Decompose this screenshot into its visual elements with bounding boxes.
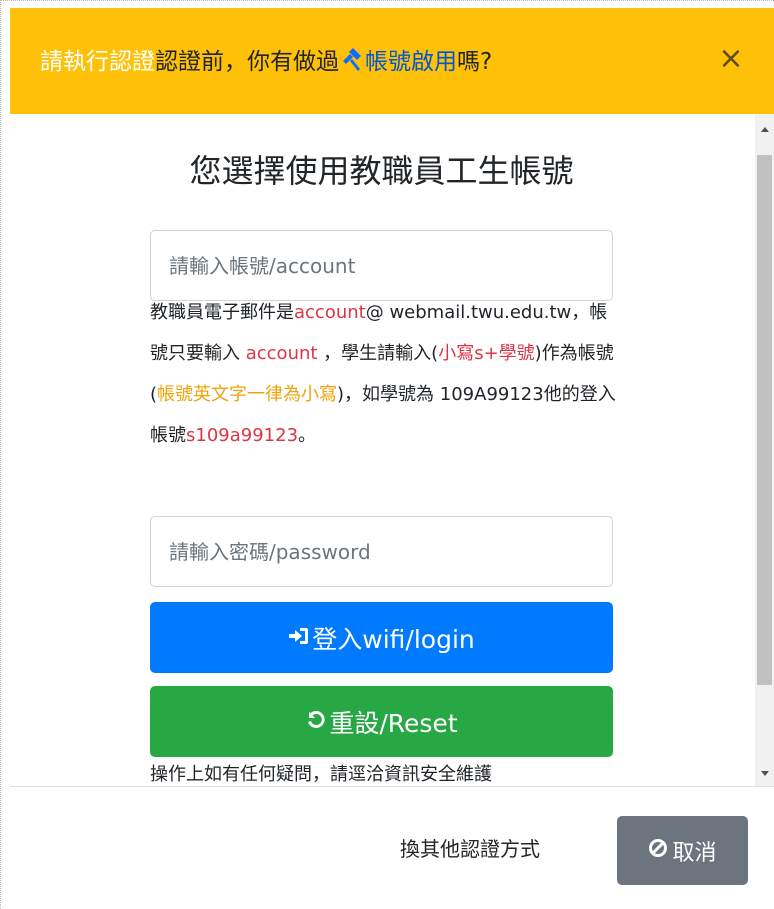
password-input[interactable] [151,517,612,586]
login-button[interactable]: 登入wifi/login [150,602,613,673]
ban-icon [648,838,668,864]
help-text-part: ，學生請輸入( [317,343,439,364]
help-lowercase-highlight: 小寫s+學號 [438,343,535,364]
modal-footer: 換其他認證方式 取消 [10,786,774,909]
help-text-part: 。 [298,425,317,446]
sign-in-icon [288,623,310,652]
account-activation-link[interactable]: 帳號啟用 [365,49,457,75]
other-auth-method-link[interactable]: 換其他認證方式 [400,839,540,859]
auth-modal: 請執行認證認證前，你有做過帳號啟用嗎? × 您選擇使用教職員工生帳號 教職員電子… [10,8,774,909]
close-button[interactable]: × [718,41,744,76]
modal-title-question: 認證前，你有做過 [155,49,339,75]
modal-header: 請執行認證認證前，你有做過 帳號啟用嗎? × [10,8,774,114]
reset-button[interactable]: 重設/Reset [150,686,613,757]
help-account-highlight: account [245,343,318,364]
help-account-highlight: account [294,302,366,323]
modal-title-main: 請執行認證 [40,49,155,75]
body-scrollbar[interactable] [755,114,774,786]
undo-icon [305,707,327,736]
account-field[interactable] [150,230,613,301]
page-dotted-border-left [0,0,6,909]
modal-title-end: 嗎? [457,49,493,75]
modal-body[interactable]: 您選擇使用教職員工生帳號 教職員電子郵件是account@ webmail.tw… [10,114,774,786]
close-icon: × [718,41,744,76]
scroll-up-arrow-icon[interactable] [755,122,774,136]
password-field[interactable] [150,516,613,587]
cancel-button[interactable]: 取消 [617,816,748,885]
account-help-text: 教職員電子郵件是account@ webmail.twu.edu.tw，帳號只要… [150,292,620,456]
cancel-button-label: 取消 [672,840,717,866]
scroll-thumb[interactable] [757,155,772,685]
page-dotted-border-top [0,0,774,6]
hammer-icon [339,48,365,72]
account-input[interactable] [151,231,612,300]
login-button-label: 登入wifi/login [312,624,475,654]
help-example-account: s109a99123 [186,425,299,446]
reset-button-label: 重設/Reset [329,708,458,738]
modal-title: 請執行認證認證前，你有做過 帳號啟用嗎? [40,48,492,74]
support-footnote: 操作上如有任何疑問，請逕洽資訊安全維護 [150,764,492,785]
scroll-down-arrow-icon[interactable] [755,766,774,780]
form-title: 您選擇使用教職員工生帳號 [189,152,574,190]
help-text-part: 教職員電子郵件是 [150,302,294,323]
help-all-lowercase-highlight: 帳號英文字一律為小寫 [157,384,338,405]
